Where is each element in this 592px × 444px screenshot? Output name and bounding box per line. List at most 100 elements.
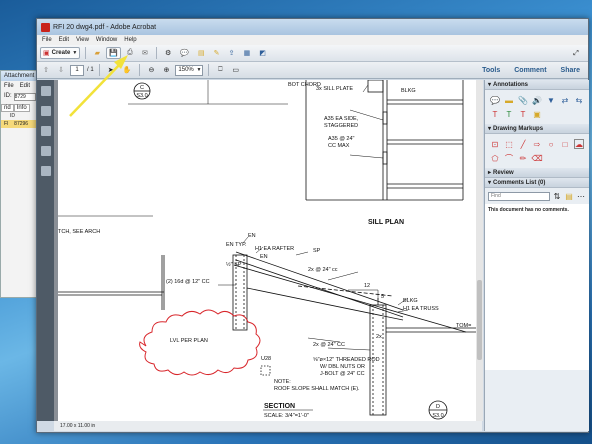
- stamp-icon[interactable]: ▼: [546, 95, 556, 105]
- text-box-icon[interactable]: ⊡: [490, 139, 500, 149]
- title-bar[interactable]: RFI 20 dwg4.pdf - Adobe Acrobat: [37, 19, 588, 35]
- bg-tab-grid[interactable]: rid: [1, 104, 14, 112]
- fit-width-button[interactable]: ▭: [229, 64, 242, 76]
- attachments-icon[interactable]: [40, 126, 51, 136]
- zoom-out-button[interactable]: ⊖: [145, 64, 157, 76]
- drawing-tools: ⊡ ⬚ ╱ ⇨ ○ □ ☁ ⬠ ⌒ ✏ ⌫: [485, 134, 589, 168]
- layers-icon[interactable]: [40, 166, 51, 176]
- tab-tools[interactable]: Tools: [482, 67, 500, 74]
- rafter-spacing-label: 2x @ 24" cc: [308, 267, 338, 273]
- vertical-scrollbar[interactable]: [476, 80, 483, 421]
- bookmarks-icon[interactable]: [40, 106, 51, 116]
- gear-icon: ⚙: [164, 50, 172, 57]
- oval-icon[interactable]: ○: [546, 139, 556, 149]
- stamp-button[interactable]: ◩: [256, 47, 269, 59]
- settings-button[interactable]: ⚙: [162, 47, 174, 59]
- eraser-icon[interactable]: ⌫: [531, 153, 542, 163]
- slope-rise-label: 5: [381, 294, 384, 300]
- polygon-icon[interactable]: ⬠: [490, 153, 500, 163]
- tab-share[interactable]: Share: [561, 67, 580, 74]
- page-number-input[interactable]: 1: [70, 64, 84, 76]
- expand-button[interactable]: ⤢: [570, 48, 582, 60]
- annotation-tools: 💬 ▬ 📎 🔊 ▼ ⇄ ⇆ T T T ▣: [485, 90, 589, 124]
- menu-window[interactable]: Window: [96, 37, 117, 43]
- line-icon[interactable]: ╱: [518, 139, 528, 149]
- arrow-icon[interactable]: ⇨: [532, 139, 542, 149]
- print-button[interactable]: ⎙: [124, 47, 136, 59]
- zoom-in-button[interactable]: ⊕: [160, 64, 172, 76]
- strikethrough-icon[interactable]: T: [490, 109, 500, 119]
- rectangle-icon[interactable]: □: [560, 139, 570, 149]
- share-button[interactable]: ⇪: [226, 47, 238, 59]
- bg-menu-file[interactable]: File: [4, 83, 14, 89]
- find-input[interactable]: Find: [488, 191, 550, 201]
- pdf-page: C S3.0 BOT CHORD 3x SILL PLATE BLKG A35 …: [58, 80, 476, 421]
- attach-file-icon[interactable]: 📎: [518, 95, 528, 105]
- menu-help[interactable]: Help: [124, 37, 136, 43]
- record-audio-icon[interactable]: 🔊: [532, 95, 542, 105]
- tab-comment[interactable]: Comment: [514, 67, 546, 74]
- save-button[interactable]: 💾: [106, 47, 121, 59]
- hand-tool-button[interactable]: ✋: [120, 64, 135, 76]
- bg-tab-info[interactable]: Info: [13, 104, 30, 112]
- select-tool-button[interactable]: ➤: [105, 64, 117, 76]
- annotations-label: Annotations: [493, 81, 529, 88]
- bg-menu-edit[interactable]: Edit: [20, 83, 30, 89]
- menu-bar: File Edit View Window Help: [37, 35, 588, 45]
- sticky-note-icon[interactable]: 💬: [490, 95, 500, 105]
- toolbar-separator: [98, 64, 100, 76]
- blkg-label-top: BLKG: [401, 88, 416, 94]
- highlight-button[interactable]: ✎: [211, 47, 223, 59]
- sticky-note-button[interactable]: ▤: [195, 47, 208, 59]
- chevron-down-icon: ▾: [488, 126, 492, 132]
- open-button[interactable]: ▰: [91, 47, 103, 59]
- sill-plan-title: SILL PLAN: [368, 219, 404, 226]
- filter-icon[interactable]: ▤: [564, 191, 574, 201]
- create-button[interactable]: ▣ Create ▼: [40, 47, 81, 59]
- text-correction-icon[interactable]: ▣: [532, 109, 542, 119]
- next-page-button[interactable]: ⇩: [55, 64, 67, 76]
- cloud-icon[interactable]: ☁: [574, 139, 584, 149]
- prev-page-button[interactable]: ⇧: [40, 64, 52, 76]
- polyline-icon[interactable]: ⌒: [504, 153, 514, 163]
- zoom-select[interactable]: 150% ▼: [175, 64, 204, 76]
- print-icon: ⎙: [127, 49, 133, 56]
- zoom-in-icon: ⊕: [163, 67, 170, 74]
- menu-file[interactable]: File: [42, 37, 52, 43]
- section-scale: SCALE: 3/4"=1'-0": [264, 413, 309, 419]
- no-comments-message: This document has no comments.: [488, 207, 569, 213]
- chevron-down-icon: ▼: [72, 50, 78, 56]
- comments-list-header[interactable]: ▾ Comments List (0): [485, 178, 589, 188]
- panel-tabs: Tools Comment Share: [482, 62, 588, 79]
- bg-id-input[interactable]: 8729: [13, 93, 36, 101]
- add-note-icon[interactable]: T: [518, 109, 528, 119]
- callout-icon[interactable]: ⬚: [504, 139, 514, 149]
- replace-text-icon[interactable]: ⇆: [574, 95, 584, 105]
- toolbar-separator: [85, 47, 87, 59]
- signatures-icon[interactable]: [40, 146, 51, 156]
- drawing-markups-header[interactable]: ▾ Drawing Markups: [485, 124, 589, 134]
- email-button[interactable]: ✉: [139, 47, 151, 59]
- document-area[interactable]: C S3.0 BOT CHORD 3x SILL PLATE BLKG A35 …: [54, 80, 482, 421]
- underline-icon[interactable]: T: [504, 109, 514, 119]
- review-header[interactable]: ▸ Review: [485, 168, 589, 178]
- comment-pane: ▾ Annotations 💬 ▬ 📎 🔊 ▼ ⇄ ⇆ T T T ▣ ▾ Dr…: [484, 80, 589, 431]
- fit-page-button[interactable]: ⎕: [214, 64, 226, 76]
- annotations-header[interactable]: ▾ Annotations: [485, 80, 589, 90]
- highlight-text-icon[interactable]: ▬: [504, 95, 514, 105]
- sort-icon[interactable]: ⇅: [552, 191, 562, 201]
- menu-edit[interactable]: Edit: [59, 37, 69, 43]
- comment-button[interactable]: 💬: [177, 47, 192, 59]
- menu-view[interactable]: View: [76, 37, 89, 43]
- bottom-marker-sheet: S3.0: [432, 413, 443, 419]
- scrollbar-thumb[interactable]: [477, 280, 482, 360]
- review-button[interactable]: ▦: [241, 47, 254, 59]
- cursor-icon: ➤: [107, 67, 114, 74]
- background-window-menu: File Edit: [1, 81, 39, 91]
- options-icon[interactable]: ⋯: [576, 191, 586, 201]
- pages-icon[interactable]: [40, 86, 51, 96]
- toolbar-separator: [139, 64, 141, 76]
- bg-table-row[interactable]: Fl 87296: [1, 120, 39, 128]
- pencil-icon[interactable]: ✏: [518, 153, 528, 163]
- insert-text-icon[interactable]: ⇄: [560, 95, 570, 105]
